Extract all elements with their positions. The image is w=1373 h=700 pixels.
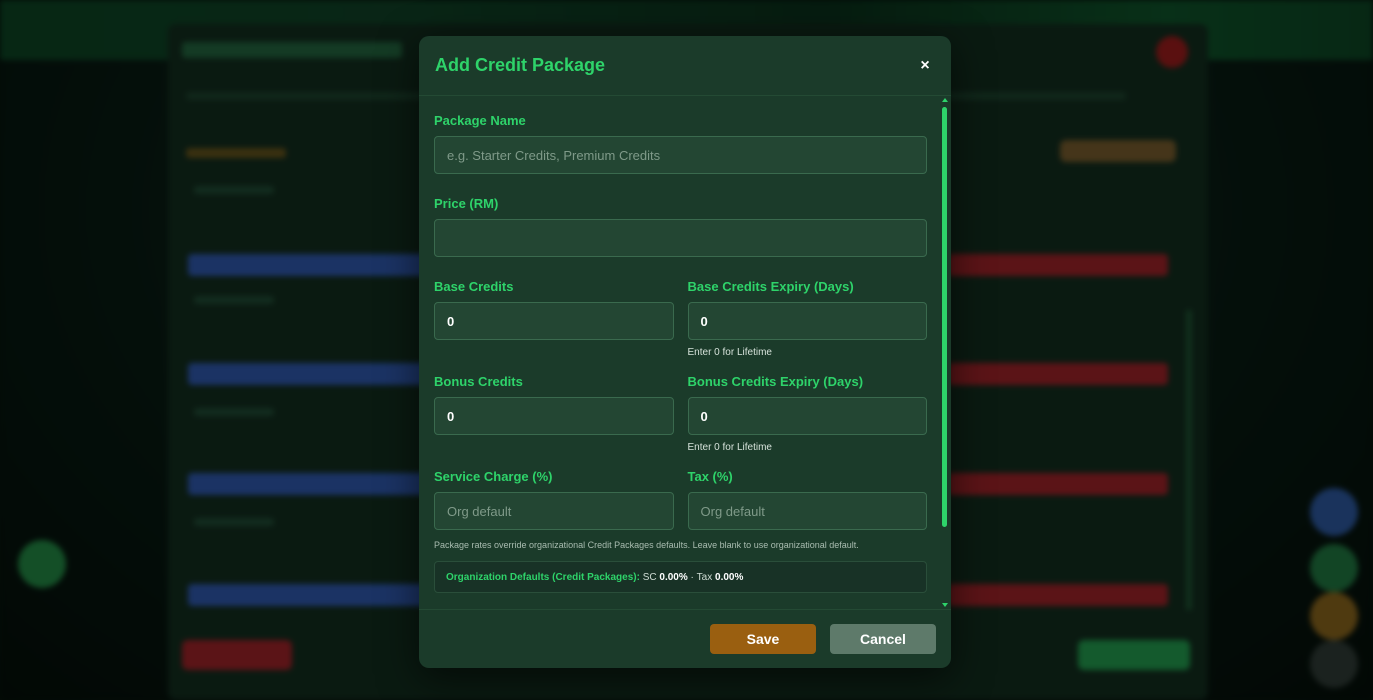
defaults-separator: · [690, 571, 694, 583]
bonus-expiry-hint: Enter 0 for Lifetime [687, 442, 772, 453]
bonus-credits-input[interactable]: 0 [434, 397, 674, 435]
sc-prefix: SC [642, 571, 657, 583]
add-credit-package-modal: Add Credit Package × Package Name e.g. S… [419, 36, 951, 668]
package-name-label: Package Name [434, 113, 526, 128]
scroll-down-arrow-icon[interactable] [942, 603, 948, 607]
sc-value: 0.00% [659, 571, 688, 583]
tax-input[interactable]: Org default [687, 492, 927, 530]
cancel-button[interactable]: Cancel [830, 624, 936, 654]
tax-value: 0.00% [715, 571, 744, 583]
price-label: Price (RM) [434, 196, 499, 211]
scrollbar-thumb[interactable] [942, 107, 947, 527]
service-charge-input[interactable]: Org default [434, 492, 674, 530]
bonus-expiry-input[interactable]: 0 [687, 397, 927, 435]
tax-prefix: Tax [696, 571, 713, 583]
tax-label: Tax (%) [687, 469, 733, 484]
modal-title: Add Credit Package [435, 55, 606, 75]
scroll-up-arrow-icon[interactable] [942, 98, 948, 102]
base-expiry-label: Base Credits Expiry (Days) [687, 279, 854, 294]
modal-header: Add Credit Package × [419, 36, 951, 96]
base-expiry-input[interactable]: 0 [687, 302, 927, 340]
base-credits-label: Base Credits [434, 279, 514, 294]
organization-defaults: Organization Defaults (Credit Packages):… [434, 561, 927, 593]
bonus-expiry-label: Bonus Credits Expiry (Days) [687, 374, 864, 389]
base-expiry-hint: Enter 0 for Lifetime [687, 347, 772, 358]
package-name-input[interactable]: e.g. Starter Credits, Premium Credits [434, 136, 927, 174]
base-credits-input[interactable]: 0 [434, 302, 674, 340]
save-button[interactable]: Save [710, 624, 816, 654]
modal-footer: Save Cancel [419, 609, 951, 668]
rates-note: Package rates override organizational Cr… [434, 540, 859, 550]
price-input[interactable] [434, 219, 927, 257]
defaults-label: Organization Defaults (Credit Packages): [446, 571, 640, 583]
service-charge-label: Service Charge (%) [434, 469, 553, 484]
bonus-credits-label: Bonus Credits [434, 374, 523, 389]
close-icon[interactable]: × [915, 57, 935, 75]
modal-body: Package Name e.g. Starter Credits, Premi… [419, 97, 951, 609]
